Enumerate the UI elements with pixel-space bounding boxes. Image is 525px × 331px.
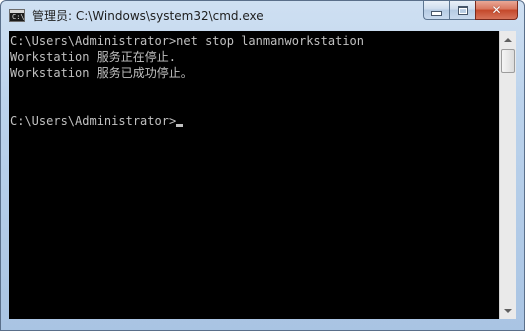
cmd-console-icon[interactable]: C:\ <box>9 9 25 22</box>
console-output[interactable]: C:\Users\Administrator>net stop lanmanwo… <box>9 31 499 319</box>
scroll-up-button[interactable] <box>500 31 516 48</box>
minimize-icon <box>431 10 442 16</box>
scroll-thumb[interactable] <box>501 49 515 73</box>
scroll-down-button[interactable] <box>500 302 516 319</box>
cmd-window: C:\ 管理员: C:\Windows\system32\cmd.exe ✕ C… <box>0 0 525 331</box>
console-prompt: C:\Users\Administrator> <box>10 114 177 128</box>
console-line: Workstation 服务已成功停止。 <box>10 66 193 80</box>
vertical-scrollbar[interactable] <box>499 31 516 319</box>
maximize-icon <box>457 5 468 15</box>
scroll-up-arrow-icon <box>504 37 512 42</box>
title-bar[interactable]: C:\ 管理员: C:\Windows\system32\cmd.exe ✕ <box>1 1 524 31</box>
window-title: 管理员: C:\Windows\system32\cmd.exe <box>32 9 264 23</box>
console-line: C:\Users\Administrator>net stop lanmanwo… <box>10 34 365 48</box>
scroll-down-arrow-icon <box>504 308 512 313</box>
console-prompt-line[interactable]: C:\Users\Administrator> <box>10 113 184 129</box>
close-button[interactable]: ✕ <box>475 1 518 20</box>
close-icon: ✕ <box>491 3 502 17</box>
console-line: Workstation 服务正在停止. <box>10 50 176 64</box>
minimize-button[interactable] <box>423 1 449 20</box>
cmd-icon-label: C:\ <box>12 13 25 21</box>
caption-buttons: ✕ <box>423 1 518 20</box>
text-cursor <box>176 124 184 127</box>
maximize-button[interactable] <box>449 1 475 20</box>
